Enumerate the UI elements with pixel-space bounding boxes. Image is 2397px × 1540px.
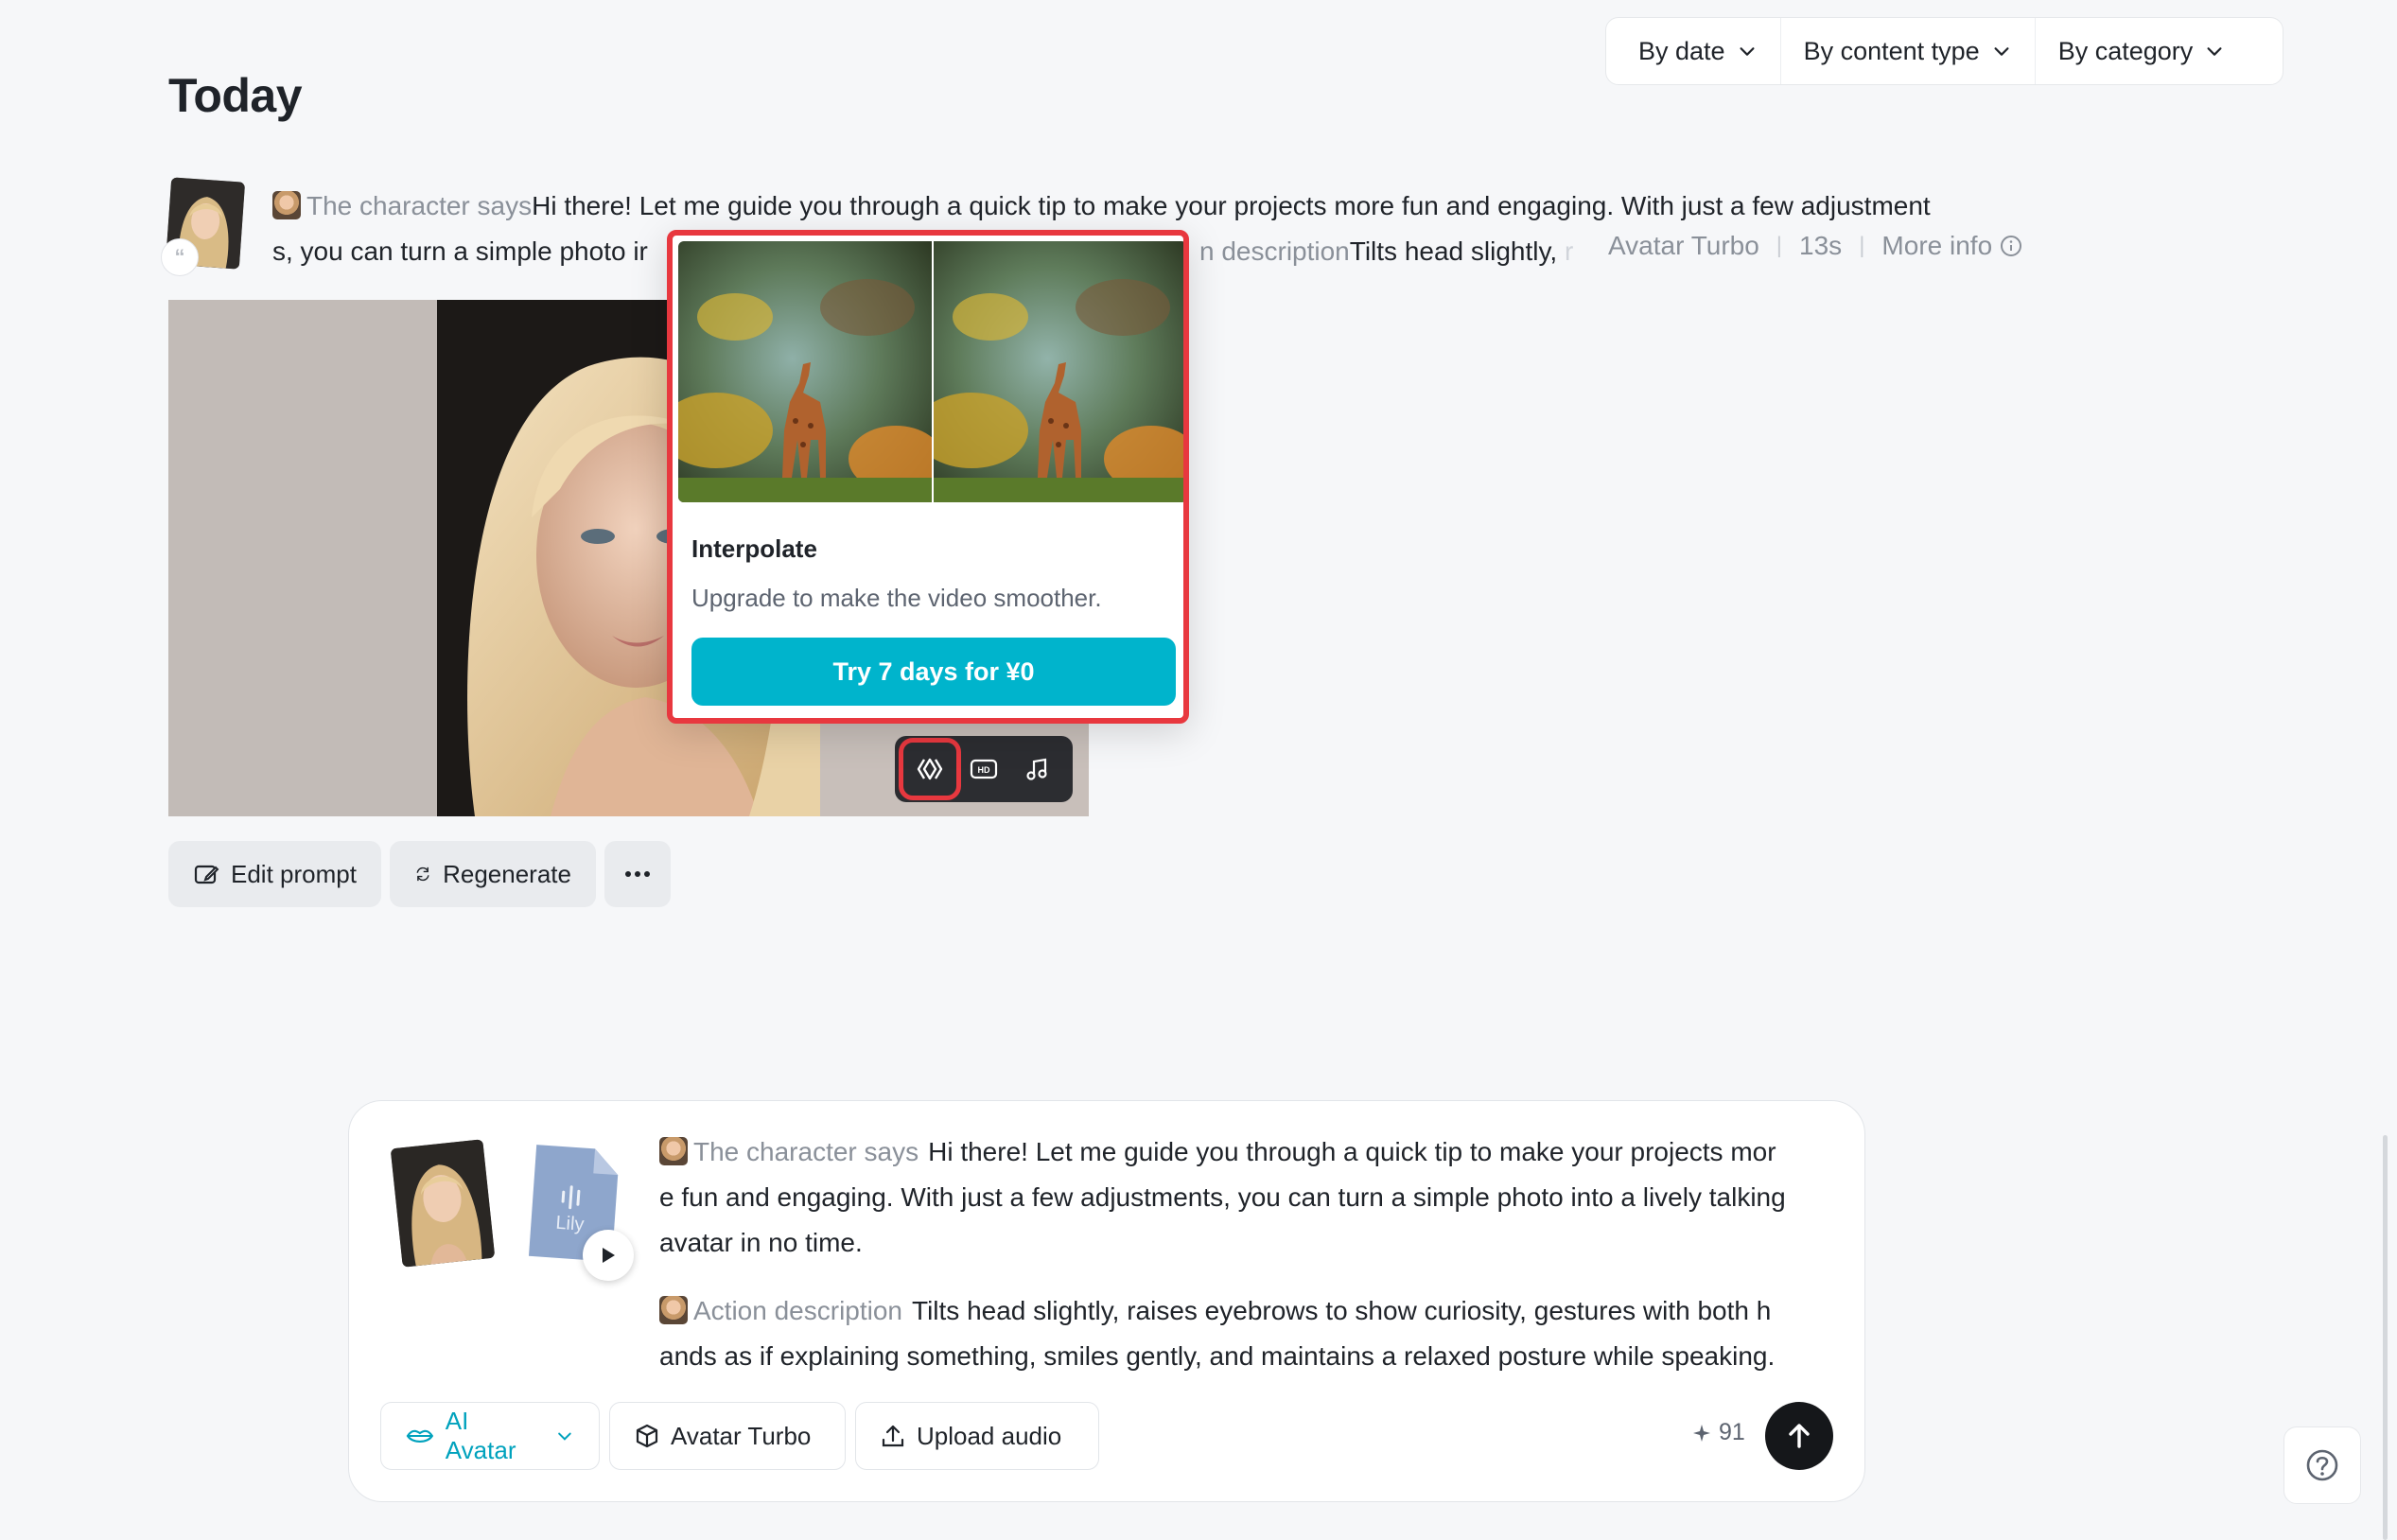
scrollbar[interactable] bbox=[2383, 1135, 2388, 1540]
voice-name: Lily bbox=[554, 1212, 586, 1235]
edit-prompt-button[interactable]: Edit prompt bbox=[168, 841, 381, 907]
filter-by-category[interactable]: By category bbox=[2034, 18, 2248, 84]
play-button[interactable] bbox=[583, 1230, 634, 1281]
filter-label: By category bbox=[2057, 36, 2194, 65]
character-icon bbox=[272, 191, 301, 219]
before-preview-image bbox=[678, 241, 932, 502]
says-text: Hi there! Let me guide you through a qui… bbox=[928, 1137, 1776, 1166]
info-icon bbox=[2001, 236, 2022, 256]
lips-icon bbox=[406, 1429, 434, 1444]
hd-button[interactable]: HD bbox=[959, 744, 1008, 794]
action-description-field[interactable]: Action description Tilts head slightly, r… bbox=[659, 1288, 1842, 1379]
popup-title: Interpolate bbox=[691, 534, 817, 563]
video-frame-padding bbox=[168, 300, 437, 816]
hd-icon: HD bbox=[970, 759, 998, 779]
model-name: Avatar Turbo bbox=[1608, 231, 1759, 260]
ai-avatar-mode-select[interactable]: AI Avatar bbox=[380, 1402, 600, 1470]
action-description-tag: Action description bbox=[693, 1296, 903, 1325]
help-icon bbox=[2306, 1449, 2338, 1481]
video-toolbar: HD bbox=[895, 736, 1073, 802]
popup-description: Upgrade to make the video smoother. bbox=[691, 584, 1102, 612]
upload-icon bbox=[882, 1425, 904, 1447]
music-note-icon bbox=[1026, 758, 1047, 780]
credits-value: 91 bbox=[1719, 1419, 1745, 1445]
divider: | bbox=[1776, 233, 1783, 258]
filter-label: By content type bbox=[1803, 36, 1980, 65]
mode-label: AI Avatar bbox=[445, 1407, 516, 1464]
character-says-tag: The character says bbox=[306, 191, 533, 220]
interpolate-upsell-popup: Interpolate Upgrade to make the video sm… bbox=[667, 230, 1189, 724]
arrow-up-icon bbox=[1789, 1424, 1810, 1448]
truncated-text: r bbox=[1557, 236, 1574, 266]
regenerate-label: Regenerate bbox=[443, 859, 571, 888]
music-button[interactable] bbox=[1013, 744, 1062, 794]
edit-prompt-label: Edit prompt bbox=[231, 859, 357, 888]
interpolate-button[interactable] bbox=[898, 738, 961, 800]
character-icon bbox=[659, 1296, 688, 1324]
quote-icon: “ bbox=[161, 238, 199, 276]
page-title: Today bbox=[168, 69, 303, 122]
send-button[interactable] bbox=[1765, 1402, 1833, 1470]
message-line-1: The character saysHi there! Let me guide… bbox=[272, 184, 1931, 229]
chevron-down-icon bbox=[1994, 47, 2009, 56]
character-says-tag: The character says bbox=[693, 1137, 919, 1166]
more-dots-icon bbox=[625, 871, 650, 877]
model-select[interactable]: Avatar Turbo bbox=[609, 1402, 846, 1470]
upload-label: Upload audio bbox=[917, 1421, 1062, 1450]
says-text: e fun and engaging. With just a few adju… bbox=[659, 1182, 1786, 1212]
divider: | bbox=[1859, 233, 1865, 258]
more-info-link[interactable]: More info bbox=[1881, 231, 2022, 261]
action-description-tag: n description bbox=[1199, 236, 1350, 266]
filter-by-date[interactable]: By date bbox=[1616, 18, 1780, 84]
upload-audio-button[interactable]: Upload audio bbox=[855, 1402, 1099, 1470]
prompt-composer: Lily The character says Hi there! Let me … bbox=[348, 1100, 1865, 1502]
chevron-down-icon bbox=[558, 1432, 571, 1441]
character-says-field[interactable]: The character says Hi there! Let me guide… bbox=[659, 1129, 1842, 1266]
refresh-icon bbox=[416, 866, 429, 882]
regenerate-button[interactable]: Regenerate bbox=[390, 841, 596, 907]
help-button[interactable] bbox=[2283, 1426, 2361, 1504]
filter-by-content-type[interactable]: By content type bbox=[1779, 18, 2035, 84]
svg-text:HD: HD bbox=[977, 765, 989, 775]
chevron-down-icon bbox=[1740, 47, 1755, 56]
edit-icon bbox=[194, 865, 219, 884]
message-text: s, you can turn a simple photo ir bbox=[272, 236, 648, 266]
after-preview-image bbox=[934, 241, 1183, 502]
sparkle-icon bbox=[1693, 1424, 1710, 1442]
model-label: Avatar Turbo bbox=[671, 1421, 812, 1450]
cube-icon bbox=[636, 1424, 658, 1448]
character-image[interactable] bbox=[390, 1139, 496, 1268]
action-text: ands as if explaining something, smiles … bbox=[659, 1341, 1776, 1371]
action-text: Tilts head slightly, bbox=[1349, 236, 1558, 266]
more-options-button[interactable] bbox=[604, 841, 671, 907]
free-trial-button[interactable]: Try 7 days for ¥0 bbox=[691, 638, 1176, 706]
play-icon bbox=[603, 1248, 615, 1263]
interpolate-icon bbox=[917, 758, 942, 780]
says-text: avatar in no time. bbox=[659, 1228, 863, 1257]
message-text: Hi there! Let me guide you through a qui… bbox=[532, 191, 1931, 220]
duration: 13s bbox=[1799, 231, 1843, 260]
more-info-label: More info bbox=[1881, 231, 1993, 260]
filter-bar: By date By content type By category bbox=[1605, 17, 2283, 85]
message-meta: Avatar Turbo | 13s | More info bbox=[1608, 231, 2022, 261]
character-icon bbox=[659, 1137, 688, 1165]
chevron-down-icon bbox=[2207, 47, 2222, 56]
credits-counter: 91 bbox=[1692, 1419, 1745, 1446]
action-text: Tilts head slightly, raises eyebrows to … bbox=[912, 1296, 1772, 1325]
filter-label: By date bbox=[1638, 36, 1725, 65]
